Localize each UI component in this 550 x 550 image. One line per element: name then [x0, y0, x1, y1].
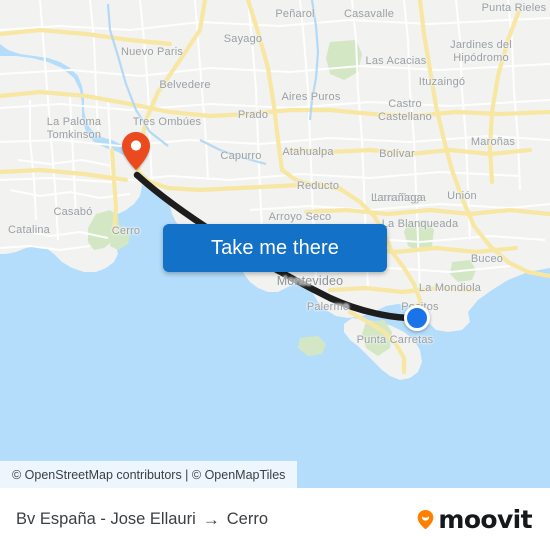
map-canvas[interactable]: Peñarol Casavalle Punta Rieles Nuevo Paris S… — [0, 0, 550, 488]
route-origin: Bv España - Jose Ellauri — [16, 509, 196, 528]
arrow-right-icon: → — [202, 509, 220, 529]
moovit-pin-icon — [415, 509, 436, 530]
route-destination: Cerro — [226, 509, 269, 528]
footer-bar: Bv España - Jose Ellauri → Cerro moovit — [0, 488, 550, 550]
take-me-there-button[interactable]: Take me there — [163, 224, 387, 272]
origin-dot[interactable] — [404, 305, 430, 331]
moovit-wordmark: moovit — [438, 504, 532, 534]
route-summary: Bv España - Jose Ellauri → Cerro — [16, 510, 268, 529]
attribution-text: © OpenStreetMap contributors | © OpenMap… — [12, 467, 286, 482]
destination-pin[interactable] — [122, 132, 150, 170]
moovit-logo[interactable]: moovit — [415, 504, 533, 534]
map-attribution[interactable]: © OpenStreetMap contributors | © OpenMap… — [0, 461, 297, 488]
moovit-route-screen: Peñarol Casavalle Punta Rieles Nuevo Paris S… — [0, 0, 550, 550]
